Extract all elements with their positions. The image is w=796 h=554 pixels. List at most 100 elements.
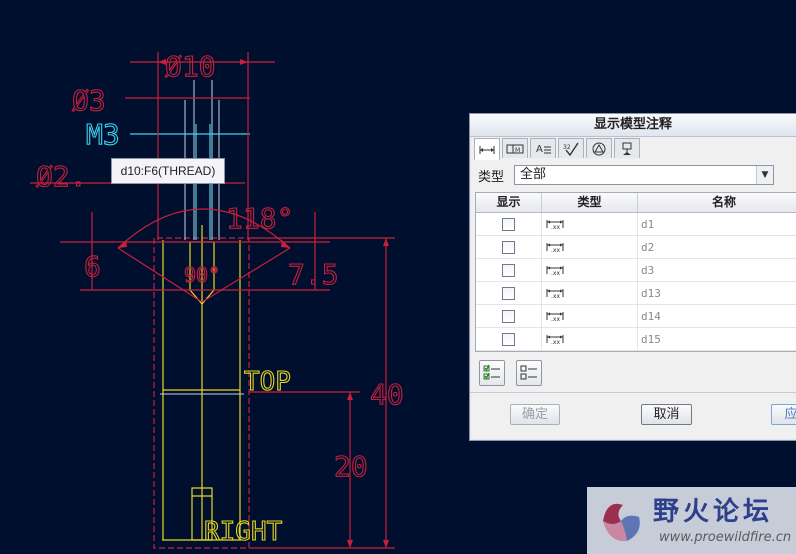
svg-text:.xx: .xx — [551, 316, 560, 322]
table-row[interactable]: .xxd16 — [476, 351, 796, 352]
annotations-table: 显示 类型 名称 .xx d1 .xx d2 .xx d3 .xx d13 .xx d14 .xx d… — [475, 192, 796, 352]
table-row[interactable]: .xx d13 — [476, 282, 796, 305]
dimension-type-icon: .xx — [546, 335, 564, 345]
table-row[interactable]: .xx d1 — [476, 213, 796, 236]
type-cell: .xx — [542, 259, 638, 281]
type-cell: .xx — [542, 305, 638, 327]
dim-d10-text[interactable]: Ø10 — [164, 49, 216, 83]
ok-button[interactable]: 确定 — [510, 404, 560, 425]
watermark-url: www.proewildfire.cn — [659, 530, 792, 545]
forum-watermark: 野火论坛 www.proewildfire.cn — [587, 487, 796, 554]
column-header-type[interactable]: 类型 — [542, 193, 638, 212]
table-row[interactable]: .xx d3 — [476, 259, 796, 282]
dialog-title: 显示模型注释 — [470, 114, 796, 137]
dimension-type-icon: .xx — [546, 220, 564, 230]
tab-note[interactable]: A — [530, 138, 556, 158]
watermark-title: 野火论坛 — [653, 497, 774, 527]
table-row[interactable]: .xx d15 — [476, 328, 796, 351]
tooltip-text: d10:F6(THREAD) — [120, 164, 216, 178]
svg-text:32: 32 — [563, 144, 571, 151]
show-checkbox[interactable] — [502, 309, 515, 323]
symbol-tab-icon — [592, 142, 606, 155]
tab-gtol[interactable]: M — [502, 138, 528, 158]
dim-20-text[interactable]: 20 — [333, 449, 368, 483]
name-cell: d16 — [638, 351, 796, 352]
column-header-name[interactable]: 名称 — [638, 193, 796, 212]
name-cell: d2 — [638, 236, 796, 258]
dimension-type-icon: .xx — [546, 289, 564, 299]
select-all-button[interactable] — [479, 360, 505, 386]
datum-top-label[interactable]: TOP — [243, 366, 291, 397]
check-list-icon — [483, 364, 500, 380]
forum-logo-icon — [603, 503, 640, 542]
tab-symbol[interactable] — [586, 138, 612, 158]
type-cell: .xx — [542, 328, 638, 350]
show-cell — [476, 351, 542, 352]
svg-text:.xx: .xx — [551, 339, 560, 345]
name-cell: d14 — [638, 305, 796, 327]
tab-datum[interactable] — [614, 138, 640, 158]
type-cell: .xx — [542, 213, 638, 235]
name-cell: d15 — [638, 328, 796, 350]
name-cell: d3 — [638, 259, 796, 281]
dim-d2-text[interactable]: Ø2. — [35, 159, 87, 193]
show-cell — [476, 259, 542, 281]
dimension-type-icon: .xx — [546, 266, 564, 276]
type-filter-row: 类型 全部 ▼ — [478, 164, 774, 186]
show-cell — [476, 213, 542, 235]
surface-finish-tab-icon: 32 — [563, 142, 579, 156]
dialog-divider — [470, 392, 796, 393]
type-cell: .xx — [542, 236, 638, 258]
deselect-all-button[interactable] — [516, 360, 542, 386]
datum-right-label[interactable]: RIGHT — [203, 516, 283, 547]
annotation-type-tabs: M A 32 — [474, 138, 642, 160]
show-checkbox[interactable] — [502, 217, 515, 231]
svg-text:.xx: .xx — [551, 270, 560, 276]
gtol-tab-icon: M — [506, 144, 524, 154]
dim-40-text[interactable]: 40 — [369, 377, 404, 411]
show-checkbox[interactable] — [502, 240, 515, 254]
show-cell — [476, 282, 542, 304]
dim-d3-text[interactable]: Ø3 — [71, 83, 106, 117]
show-checkbox[interactable] — [502, 332, 515, 346]
table-row[interactable]: .xx d14 — [476, 305, 796, 328]
dim-7-5-text[interactable]: 7.5 — [287, 257, 339, 291]
column-header-show[interactable]: 显示 — [476, 193, 542, 212]
type-cell: .xx — [542, 351, 638, 352]
dim-6-text[interactable]: 6 — [83, 249, 101, 283]
show-cell — [476, 236, 542, 258]
type-select[interactable]: 全部 ▼ — [514, 165, 774, 185]
tab-surface-finish[interactable]: 32 — [558, 138, 584, 158]
show-cell — [476, 305, 542, 327]
svg-text:M: M — [515, 147, 520, 154]
type-label: 类型 — [478, 169, 505, 185]
type-select-value: 全部 — [520, 167, 547, 182]
table-body: .xxd1.xxd2.xxd3.xxd13.xxd14.xxd15.xxd16 — [476, 213, 796, 352]
note-tab-icon: A — [536, 144, 551, 155]
show-checkbox[interactable] — [502, 286, 515, 300]
svg-text:.xx: .xx — [551, 293, 560, 299]
show-cell — [476, 328, 542, 350]
svg-text:.xx: .xx — [551, 247, 560, 253]
show-checkbox[interactable] — [502, 263, 515, 277]
dim-m3-text[interactable]: M3 — [85, 117, 120, 151]
dimension-tooltip: d10:F6(THREAD) — [111, 158, 225, 184]
dim-90-text[interactable]: 90° — [183, 262, 220, 287]
apply-button[interactable]: 应 — [771, 404, 796, 425]
uncheck-list-icon — [520, 365, 537, 380]
cancel-button[interactable]: 取消 — [641, 404, 692, 425]
tab-dimension[interactable] — [474, 138, 500, 160]
show-model-annotations-dialog: 显示模型注释 M A 32 类型 全部 ▼ 显示 类型 名称 .xx d1 .x… — [469, 113, 796, 441]
table-header: 显示 类型 名称 — [476, 193, 796, 213]
table-row[interactable]: .xx d2 — [476, 236, 796, 259]
datum-tab-icon — [622, 142, 632, 155]
chevron-down-icon[interactable]: ▼ — [756, 166, 773, 184]
dimension-type-icon: .xx — [546, 312, 564, 322]
svg-text:A: A — [536, 144, 543, 155]
type-cell: .xx — [542, 282, 638, 304]
dimension-tab-icon — [479, 145, 495, 154]
dim-118-text[interactable]: 118° — [225, 201, 294, 235]
dimension-type-icon: .xx — [546, 243, 564, 253]
svg-text:.xx: .xx — [551, 224, 560, 230]
name-cell: d1 — [638, 213, 796, 235]
